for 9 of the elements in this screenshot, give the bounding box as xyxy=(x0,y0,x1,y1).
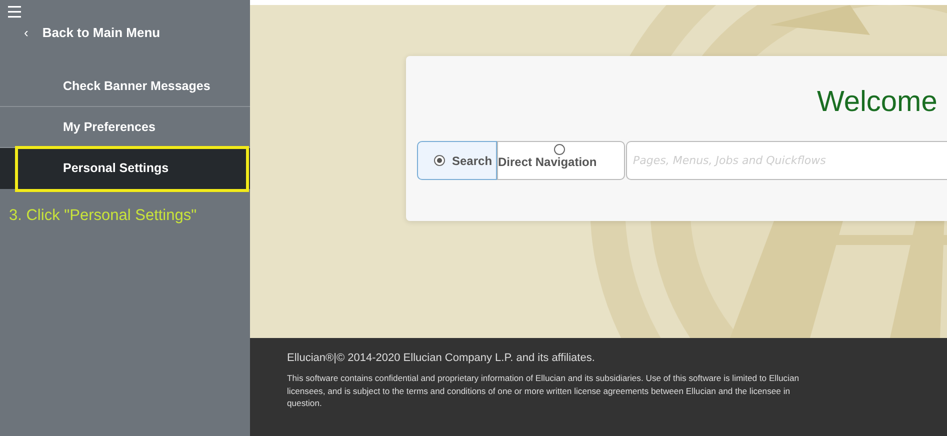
welcome-title: Welcome xyxy=(816,85,938,120)
instruction-text: 3. Click "Personal Settings" xyxy=(9,207,198,225)
mode-option[interactable]: Search xyxy=(417,141,497,180)
menu-item[interactable]: Personal Settings xyxy=(0,148,250,189)
mode-option[interactable]: Direct Navigation xyxy=(497,141,625,180)
menu-icon[interactable] xyxy=(8,5,21,19)
back-link[interactable]: ‹ Back to Main Menu xyxy=(0,25,250,40)
license-notice: This software contains confidential and proprietary information of Ellucian and its subsidiaries. Use of this software is limited to Ellucian licensees, and is subject to the terms and conditions of one or more written license agreements between Ellucian and the licensee in question. xyxy=(287,372,800,410)
copyright-text: Ellucian®|© 2014-2020 Ellucian Company L.P. and its affiliates. xyxy=(287,352,596,364)
